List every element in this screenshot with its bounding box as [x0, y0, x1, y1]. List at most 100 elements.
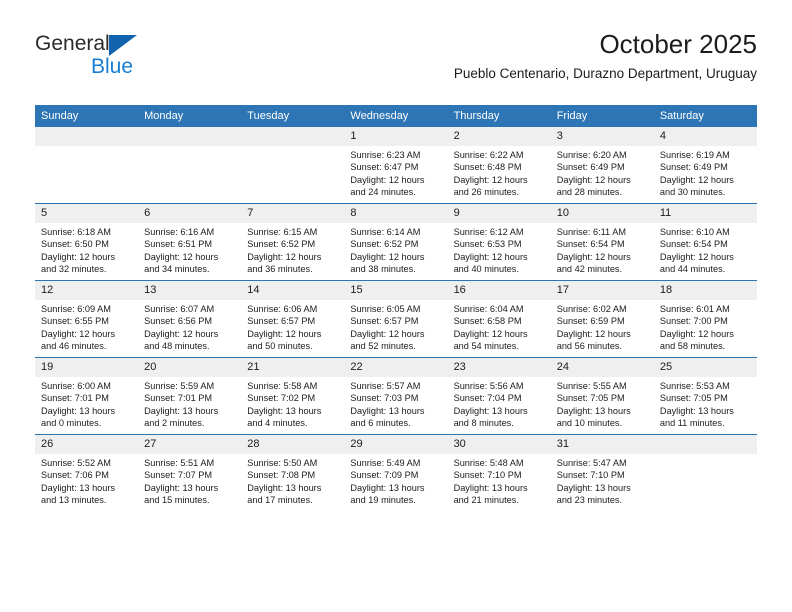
calendar-day-cell[interactable]: 26 Sunrise: 5:52 AM Sunset: 7:06 PM Dayligh… — [35, 434, 139, 511]
daylight-duration-line1: Daylight: 12 hours — [453, 251, 528, 262]
calendar-day-cell[interactable]: 15 Sunrise: 6:05 AM Sunset: 6:57 PM Dayligh… — [344, 280, 448, 358]
sunrise-time: Sunrise: 6:05 AM — [350, 304, 421, 314]
daylight-duration-line2: and 44 minutes. — [659, 264, 726, 275]
sunset-time: Sunset: 7:05 PM — [659, 393, 728, 404]
calendar-week-row: 5 Sunrise: 6:18 AM Sunset: 6:50 PM Daylight… — [35, 203, 757, 281]
day-number — [35, 127, 139, 146]
daylight-duration-line2: and 11 minutes. — [659, 418, 725, 429]
sunrise-time: Sunrise: 6:00 AM — [41, 381, 111, 391]
daylight-duration-line2: and 46 minutes. — [41, 341, 107, 352]
day-number: 22 — [344, 358, 448, 377]
calendar-day-cell[interactable]: 23 Sunrise: 5:56 AM Sunset: 7:04 PM Dayligh… — [447, 357, 551, 435]
calendar-day-cell[interactable]: 21 Sunrise: 5:58 AM Sunset: 7:02 PM Dayligh… — [241, 357, 345, 435]
daylight-duration-line2: and 34 minutes. — [144, 264, 210, 275]
daylight-duration-line1: Daylight: 13 hours — [556, 405, 631, 416]
sunrise-time: Sunrise: 5:59 AM — [144, 381, 215, 391]
daylight-duration-line1: Daylight: 12 hours — [453, 328, 528, 339]
daylight-duration-line1: Daylight: 13 hours — [41, 482, 116, 493]
calendar-day-cell[interactable]: 30 Sunrise: 5:48 AM Sunset: 7:10 PM Dayligh… — [447, 434, 551, 511]
day-details: Sunrise: 5:47 AM Sunset: 7:10 PM Daylight:… — [551, 454, 654, 507]
day-number: 29 — [344, 435, 448, 454]
day-details: Sunrise: 6:20 AM Sunset: 6:49 PM Daylight:… — [551, 146, 654, 199]
weekday-header-thursday: Thursday — [447, 105, 551, 127]
day-number: 8 — [344, 204, 448, 223]
calendar-day-cell-empty — [35, 127, 139, 204]
daylight-duration-line2: and 26 minutes. — [453, 187, 519, 198]
day-number: 27 — [138, 435, 242, 454]
daylight-duration-line2: and 38 minutes. — [350, 264, 416, 275]
calendar-day-cell[interactable]: 19 Sunrise: 6:00 AM Sunset: 7:01 PM Dayligh… — [35, 357, 139, 435]
page-header: General Blue October 2025 Pueblo Centena… — [35, 28, 757, 96]
sunrise-time: Sunrise: 6:01 AM — [659, 304, 730, 314]
sunset-time: Sunset: 6:54 PM — [556, 239, 625, 250]
day-number: 4 — [653, 127, 757, 146]
sunset-time: Sunset: 7:06 PM — [41, 470, 109, 481]
calendar-day-cell[interactable]: 8 Sunrise: 6:14 AM Sunset: 6:52 PM Daylight… — [344, 203, 448, 281]
calendar-day-cell[interactable]: 25 Sunrise: 5:53 AM Sunset: 7:05 PM Dayligh… — [653, 357, 757, 435]
day-number: 6 — [138, 204, 242, 223]
calendar-day-cell[interactable]: 31 Sunrise: 5:47 AM Sunset: 7:10 PM Dayligh… — [550, 434, 654, 511]
daylight-duration-line1: Daylight: 12 hours — [41, 328, 116, 339]
day-number: 7 — [241, 204, 345, 223]
day-number: 9 — [447, 204, 551, 223]
day-number: 13 — [138, 281, 242, 300]
day-details: Sunrise: 5:48 AM Sunset: 7:10 PM Daylight:… — [448, 454, 551, 507]
sunset-time: Sunset: 6:58 PM — [453, 316, 522, 327]
sunrise-time: Sunrise: 6:15 AM — [247, 227, 318, 237]
day-details: Sunrise: 5:56 AM Sunset: 7:04 PM Daylight:… — [448, 377, 551, 430]
calendar-day-cell[interactable]: 12 Sunrise: 6:09 AM Sunset: 6:55 PM Dayligh… — [35, 280, 139, 358]
calendar-day-cell[interactable]: 17 Sunrise: 6:02 AM Sunset: 6:59 PM Dayligh… — [550, 280, 654, 358]
logo-triangle-icon — [109, 35, 137, 56]
day-details: Sunrise: 6:14 AM Sunset: 6:52 PM Daylight:… — [344, 223, 447, 276]
day-details: Sunrise: 6:02 AM Sunset: 6:59 PM Daylight:… — [551, 300, 654, 353]
weekday-header-row: Sunday Monday Tuesday Wednesday Thursday… — [35, 105, 757, 127]
calendar-day-cell[interactable]: 27 Sunrise: 5:51 AM Sunset: 7:07 PM Dayligh… — [138, 434, 242, 511]
calendar-week-row: 12 Sunrise: 6:09 AM Sunset: 6:55 PM Dayligh… — [35, 280, 757, 358]
day-number: 15 — [344, 281, 448, 300]
calendar-day-cell[interactable]: 22 Sunrise: 5:57 AM Sunset: 7:03 PM Dayligh… — [344, 357, 448, 435]
day-number: 17 — [550, 281, 654, 300]
day-number — [653, 435, 757, 454]
sunset-time: Sunset: 6:49 PM — [556, 162, 625, 173]
daylight-duration-line1: Daylight: 12 hours — [659, 251, 734, 262]
calendar-week-row: 26 Sunrise: 5:52 AM Sunset: 7:06 PM Dayligh… — [35, 434, 757, 511]
day-details: Sunrise: 5:53 AM Sunset: 7:05 PM Daylight:… — [654, 377, 757, 430]
day-number: 3 — [550, 127, 654, 146]
calendar-day-cell[interactable]: 2 Sunrise: 6:22 AM Sunset: 6:48 PM Daylight… — [447, 127, 551, 204]
day-details: Sunrise: 6:11 AM Sunset: 6:54 PM Daylight:… — [551, 223, 654, 276]
sunset-time: Sunset: 6:59 PM — [556, 316, 625, 327]
sunset-time: Sunset: 6:56 PM — [144, 316, 213, 327]
day-details: Sunrise: 6:16 AM Sunset: 6:51 PM Daylight:… — [138, 223, 241, 276]
calendar-day-cell[interactable]: 16 Sunrise: 6:04 AM Sunset: 6:58 PM Dayligh… — [447, 280, 551, 358]
day-number: 16 — [447, 281, 551, 300]
calendar-day-cell[interactable]: 3 Sunrise: 6:20 AM Sunset: 6:49 PM Daylight… — [550, 127, 654, 204]
sunrise-time: Sunrise: 6:14 AM — [350, 227, 421, 237]
daylight-duration-line1: Daylight: 13 hours — [350, 405, 425, 416]
daylight-duration-line2: and 17 minutes. — [247, 495, 313, 506]
calendar-day-cell[interactable]: 13 Sunrise: 6:07 AM Sunset: 6:56 PM Dayligh… — [138, 280, 242, 358]
calendar-day-cell[interactable]: 7 Sunrise: 6:15 AM Sunset: 6:52 PM Daylight… — [241, 203, 345, 281]
calendar-day-cell[interactable]: 10 Sunrise: 6:11 AM Sunset: 6:54 PM Dayligh… — [550, 203, 654, 281]
sunset-time: Sunset: 6:49 PM — [659, 162, 728, 173]
calendar-day-cell[interactable]: 1 Sunrise: 6:23 AM Sunset: 6:47 PM Daylight… — [344, 127, 448, 204]
sunrise-time: Sunrise: 5:48 AM — [453, 458, 524, 468]
page-subtitle: Pueblo Centenario, Durazno Department, U… — [453, 66, 757, 81]
day-details: Sunrise: 6:19 AM Sunset: 6:49 PM Daylight:… — [654, 146, 757, 199]
calendar-day-cell[interactable]: 11 Sunrise: 6:10 AM Sunset: 6:54 PM Dayligh… — [653, 203, 757, 281]
calendar-day-cell[interactable]: 28 Sunrise: 5:50 AM Sunset: 7:08 PM Dayligh… — [241, 434, 345, 511]
day-number: 31 — [550, 435, 654, 454]
calendar-day-cell[interactable]: 5 Sunrise: 6:18 AM Sunset: 6:50 PM Daylight… — [35, 203, 139, 281]
calendar-day-cell[interactable]: 14 Sunrise: 6:06 AM Sunset: 6:57 PM Dayligh… — [241, 280, 345, 358]
calendar-day-cell[interactable]: 18 Sunrise: 6:01 AM Sunset: 7:00 PM Dayligh… — [653, 280, 757, 358]
sunrise-time: Sunrise: 5:55 AM — [556, 381, 627, 391]
calendar-day-cell-empty — [241, 127, 345, 204]
page-title: October 2025 — [599, 29, 757, 59]
calendar-day-cell[interactable]: 20 Sunrise: 5:59 AM Sunset: 7:01 PM Dayligh… — [138, 357, 242, 435]
calendar-day-cell[interactable]: 4 Sunrise: 6:19 AM Sunset: 6:49 PM Daylight… — [653, 127, 757, 204]
calendar-day-cell[interactable]: 29 Sunrise: 5:49 AM Sunset: 7:09 PM Dayligh… — [344, 434, 448, 511]
sunrise-time: Sunrise: 5:56 AM — [453, 381, 524, 391]
day-details: Sunrise: 6:15 AM Sunset: 6:52 PM Daylight:… — [241, 223, 344, 276]
calendar-day-cell[interactable]: 6 Sunrise: 6:16 AM Sunset: 6:51 PM Daylight… — [138, 203, 242, 281]
calendar-day-cell[interactable]: 24 Sunrise: 5:55 AM Sunset: 7:05 PM Dayligh… — [550, 357, 654, 435]
calendar-day-cell[interactable]: 9 Sunrise: 6:12 AM Sunset: 6:53 PM Daylight… — [447, 203, 551, 281]
